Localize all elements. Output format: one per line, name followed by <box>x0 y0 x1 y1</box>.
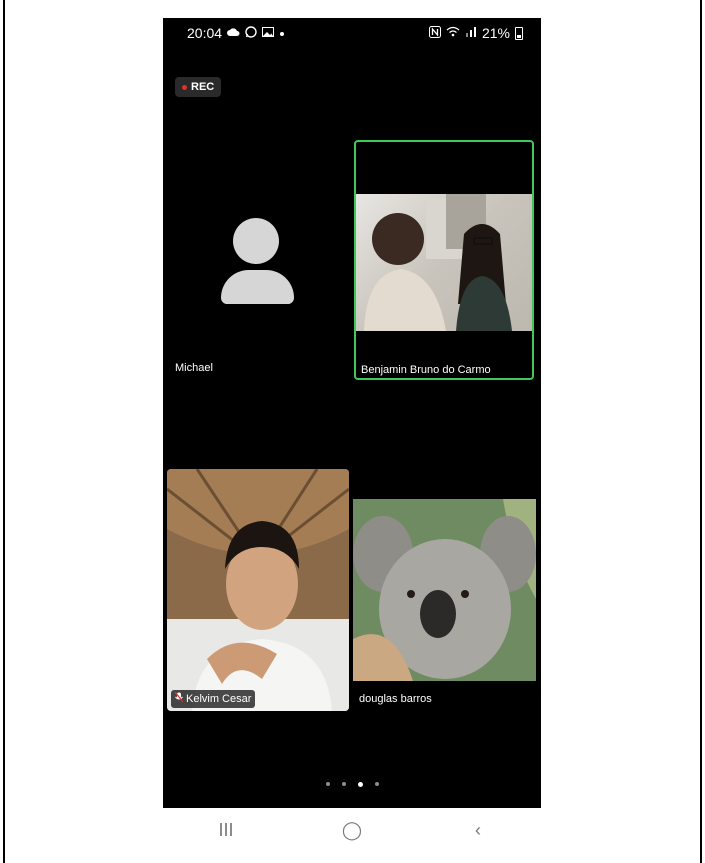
gallery-icon <box>262 26 275 40</box>
page-dot[interactable] <box>374 782 379 786</box>
dot-icon <box>279 26 285 40</box>
recording-label: REC <box>191 81 215 93</box>
clock: 20:04 <box>187 25 223 41</box>
participant-video <box>167 469 349 711</box>
signal-icon <box>465 26 477 40</box>
phone-screen: 20:04 21% REC Michael Benjamin Bruno do … <box>163 18 541 808</box>
participant-tile-kelvim[interactable]: Kelvim Cesar <box>167 469 349 711</box>
participant-tile-douglas[interactable] <box>353 499 536 681</box>
page-dot-active[interactable] <box>357 781 363 787</box>
frame-left-border <box>3 0 5 863</box>
wifi-icon <box>446 26 460 40</box>
recording-dot-icon <box>182 84 187 90</box>
home-button[interactable]: ◯ <box>332 820 372 841</box>
participant-tile-michael[interactable]: Michael <box>163 140 351 380</box>
participant-name: Michael <box>175 362 213 374</box>
back-button[interactable]: ‹ <box>458 820 498 841</box>
recording-badge[interactable]: REC <box>175 77 222 97</box>
nfc-icon <box>428 25 441 41</box>
video-frame-illustration <box>364 194 512 331</box>
participant-name-badge: Kelvim Cesar <box>171 690 256 708</box>
participant-tile-benjamin[interactable]: Benjamin Bruno do Carmo <box>354 140 534 380</box>
frame-right-border <box>700 0 702 863</box>
participant-name: douglas barros <box>359 693 432 705</box>
mic-muted-icon <box>174 691 184 706</box>
status-left: 20:04 <box>187 25 285 41</box>
battery-percent: 21% <box>481 25 510 41</box>
participant-name: Benjamin Bruno do Carmo <box>361 364 491 376</box>
avatar-body <box>221 270 294 304</box>
participant-name: Kelvim Cesar <box>186 693 252 705</box>
recent-apps-button[interactable]: III <box>206 820 246 841</box>
page-dot[interactable] <box>325 782 330 786</box>
status-right: 21% <box>428 25 523 41</box>
participant-video <box>356 194 532 331</box>
page-dot[interactable] <box>341 782 346 786</box>
page-indicator[interactable] <box>163 781 541 787</box>
cloud-icon <box>227 26 240 40</box>
battery-icon <box>515 26 523 40</box>
participant-video <box>353 499 536 681</box>
whatsapp-icon <box>245 25 257 41</box>
status-bar: 20:04 21% <box>163 18 541 48</box>
avatar-head <box>233 218 279 264</box>
android-nav-bar: III ◯ ‹ <box>163 808 541 853</box>
